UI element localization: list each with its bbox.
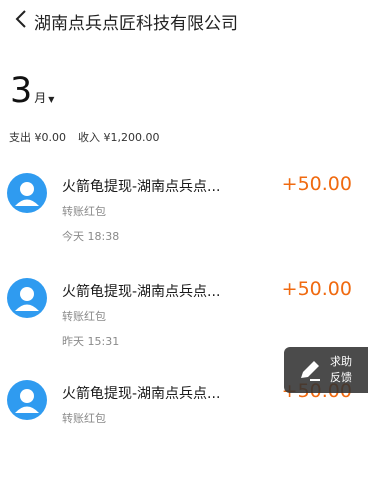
- month-number: 3: [10, 71, 33, 111]
- help-line-2: 反馈: [330, 371, 352, 384]
- help-line-1: 求助: [330, 355, 352, 368]
- avatar-icon: [7, 380, 47, 420]
- transaction-time: 昨天 15:31: [62, 335, 120, 348]
- transaction-time: 今天 18:38: [62, 230, 120, 243]
- avatar-icon: [7, 173, 47, 213]
- month-summary: 支出 ¥0.00 收入 ¥1,200.00: [9, 129, 159, 145]
- page-title: 湖南点兵点匠科技有限公司: [34, 14, 238, 34]
- transaction-name: 火箭龟提现-湖南点兵点...: [62, 386, 221, 402]
- transaction-type: 转账红包: [62, 412, 106, 425]
- transaction-amount: +50.00: [281, 278, 352, 300]
- help-label: 求助 反馈: [330, 354, 352, 386]
- income-summary: 收入 ¥1,200.00: [78, 131, 160, 144]
- caret-down-icon: ▼: [48, 95, 55, 104]
- help-feedback-button[interactable]: 求助 反馈: [284, 347, 368, 393]
- avatar-icon: [7, 278, 47, 318]
- transaction-amount: +50.00: [281, 173, 352, 195]
- month-unit: 月: [34, 91, 47, 105]
- top-bar: 湖南点兵点匠科技有限公司: [0, 0, 370, 40]
- back-icon[interactable]: [10, 7, 32, 31]
- transaction-item[interactable]: 火箭龟提现-湖南点兵点... +50.00 转账红包: [0, 380, 370, 490]
- transaction-name: 火箭龟提现-湖南点兵点...: [62, 284, 221, 300]
- edit-icon: [301, 361, 320, 381]
- transaction-name: 火箭龟提现-湖南点兵点...: [62, 179, 221, 195]
- transaction-item[interactable]: 火箭龟提现-湖南点兵点... +50.00 转账红包 今天 18:38: [0, 173, 370, 283]
- transaction-type: 转账红包: [62, 310, 106, 323]
- transaction-type: 转账红包: [62, 205, 106, 218]
- month-selector[interactable]: 3 月 ▼: [10, 72, 54, 110]
- expense-summary: 支出 ¥0.00: [9, 131, 66, 144]
